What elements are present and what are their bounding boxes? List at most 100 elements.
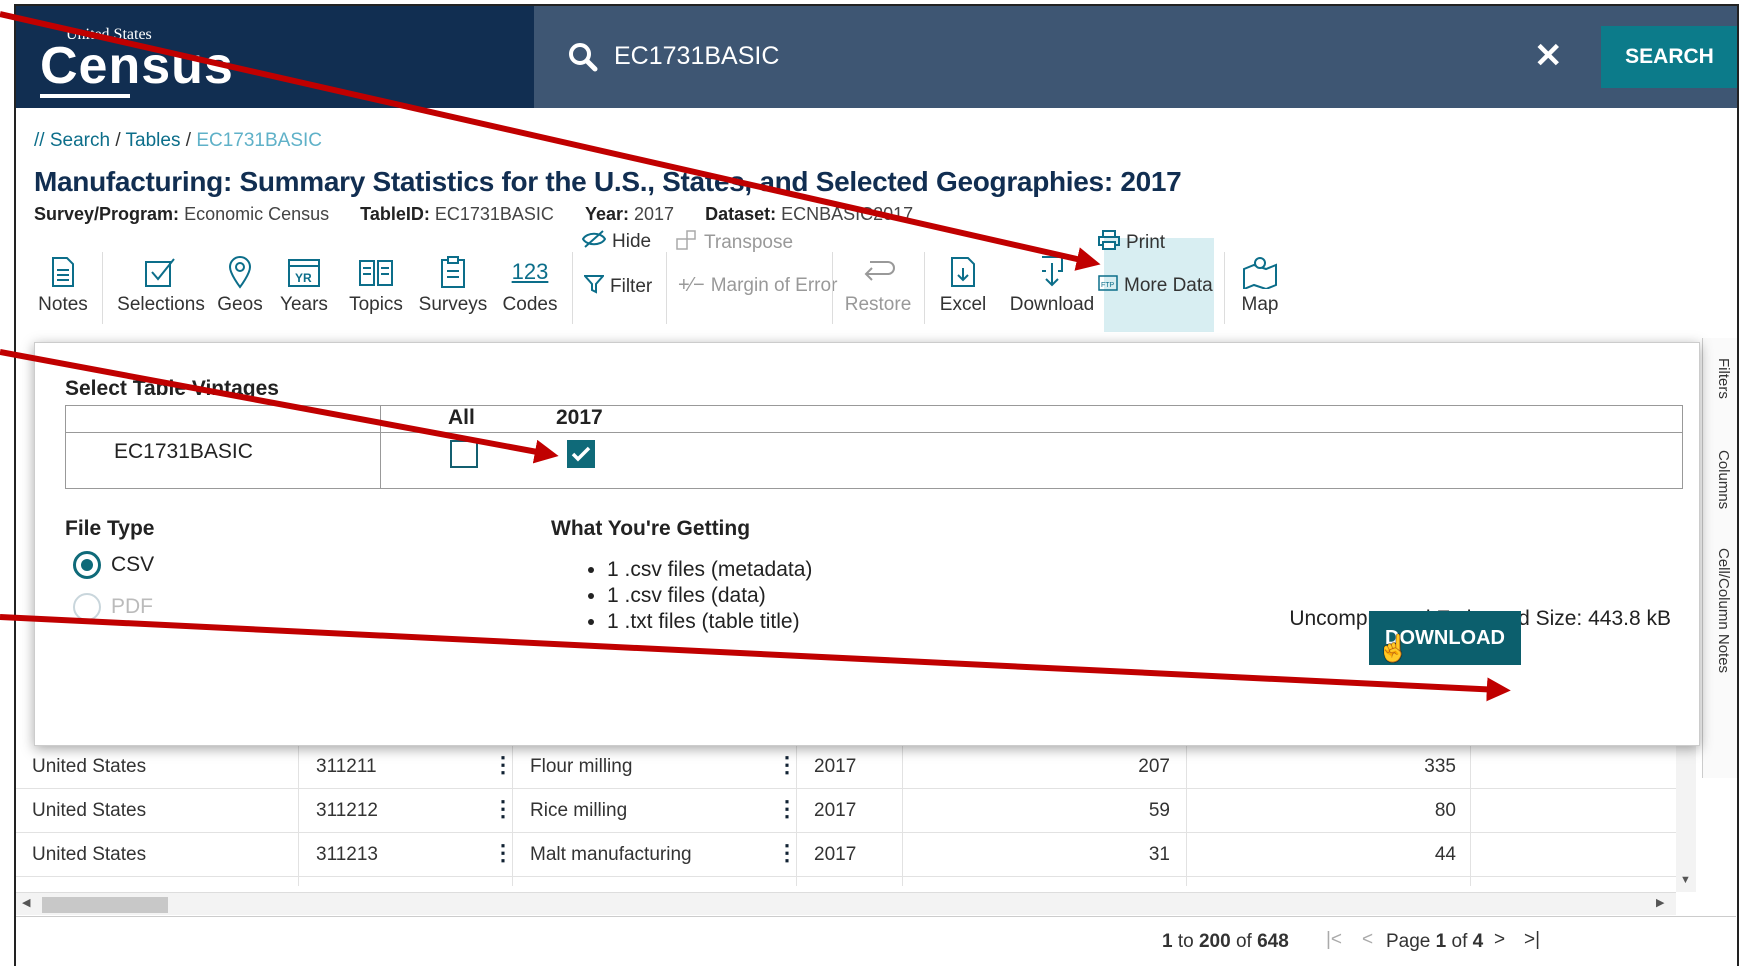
csv-radio[interactable] [73, 551, 101, 579]
side-tab-cell-notes[interactable]: Cell/Column Notes [1715, 548, 1732, 673]
scroll-thumb[interactable] [42, 897, 168, 913]
vertical-scrollbar[interactable]: ▼ [1676, 746, 1696, 892]
hand-cursor-icon: ☝ [1377, 633, 1410, 663]
year-2017-checkbox[interactable] [567, 440, 595, 468]
toolbar-more-data[interactable]: FTP More Data [1098, 274, 1213, 298]
vintage-row-name: EC1731BASIC [114, 440, 253, 463]
svg-text:YR: YR [295, 271, 312, 285]
breadcrumb-prefix: // [34, 130, 50, 151]
excel-download-icon [950, 250, 976, 294]
toolbar-hide[interactable]: Hide [581, 230, 652, 254]
hide-label: Hide [612, 231, 652, 252]
toolbar-restore[interactable]: Restore [844, 242, 912, 326]
desc-cell: Rice milling [530, 800, 628, 821]
pdf-label[interactable]: PDF [111, 595, 153, 619]
range-total: 648 [1257, 931, 1289, 952]
scroll-right-icon[interactable]: ▶ [1656, 896, 1664, 909]
prev-page-icon[interactable]: < [1362, 929, 1373, 951]
toolbar-years[interactable]: YR Years [278, 242, 330, 326]
dataset-value: ECNBASIC2017 [781, 204, 914, 224]
toolbar-filter[interactable]: Filter [582, 274, 653, 300]
search-bar: EC1731BASIC ✕ SEARCH [534, 6, 1737, 108]
column-divider [1470, 746, 1471, 886]
selections-label: Selections [117, 294, 205, 315]
list-item: 1 .txt files (table title) [607, 609, 812, 635]
geo-cell: United States [32, 844, 147, 865]
toolbar-notes[interactable]: Notes [36, 242, 90, 326]
breadcrumb-tables[interactable]: Tables [126, 130, 181, 151]
toolbar-codes[interactable]: 123 Codes [502, 242, 558, 326]
year-cell: 2017 [814, 800, 857, 821]
side-tab-filters[interactable]: Filters [1715, 358, 1732, 399]
search-button[interactable]: SEARCH [1601, 26, 1737, 88]
svg-text:FTP: FTP [1101, 282, 1115, 289]
printer-icon [1098, 230, 1120, 256]
clear-search-icon[interactable]: ✕ [1534, 36, 1563, 76]
next-page-icon[interactable]: > [1494, 929, 1505, 951]
more-options-icon[interactable]: ⋮ [492, 752, 514, 778]
notes-icon [51, 250, 75, 294]
search-input[interactable]: EC1731BASIC [614, 42, 779, 71]
transpose-icon [676, 230, 698, 256]
checkbox-icon [144, 250, 178, 294]
filter-label: Filter [610, 276, 653, 297]
col-header-all: All [448, 406, 475, 429]
more-options-icon[interactable]: ⋮ [776, 752, 798, 778]
page-title: Manufacturing: Summary Statistics for th… [34, 166, 1182, 197]
page-indicator: Page 1 of 4 [1386, 931, 1483, 953]
vintage-table: All 2017 EC1731BASIC [65, 405, 1683, 489]
breadcrumb: // Search / Tables / EC1731BASIC [34, 130, 322, 152]
geos-label: Geos [217, 294, 263, 315]
toolbar-map[interactable]: Map [1238, 242, 1282, 326]
first-page-icon[interactable]: |< [1326, 929, 1342, 951]
eye-slash-icon [581, 230, 607, 254]
undo-icon [860, 250, 896, 294]
desc-cell: Flour milling [530, 756, 633, 777]
toolbar-transpose[interactable]: Transpose [676, 230, 793, 256]
table-row: United States 311212 ⋮ Rice milling ⋮ 20… [16, 788, 1696, 833]
horizontal-scrollbar[interactable]: ◀ ▶ [16, 892, 1676, 915]
topics-label: Topics [349, 294, 403, 315]
csv-label[interactable]: CSV [111, 553, 154, 577]
code-cell: 311211 [316, 756, 377, 777]
toolbar-geos[interactable]: Geos [216, 242, 264, 326]
toolbar-divider [1224, 252, 1225, 324]
toolbar-download[interactable]: Download [1006, 242, 1098, 326]
range-end: 200 [1198, 931, 1231, 952]
toolbar-surveys[interactable]: Surveys [418, 242, 488, 326]
moe-label: Margin of Error [710, 274, 838, 296]
pdf-radio[interactable] [73, 593, 101, 621]
year-cell: 2017 [814, 844, 857, 865]
all-checkbox[interactable] [450, 440, 478, 468]
toolbar-topics[interactable]: Topics [346, 242, 406, 326]
vintage-header-line [66, 432, 1682, 433]
more-options-icon[interactable]: ⋮ [492, 796, 514, 822]
more-options-icon[interactable]: ⋮ [776, 796, 798, 822]
toolbar-margin-of-error[interactable]: +⁄− Margin of Error [678, 274, 837, 297]
last-page-icon[interactable]: >| [1524, 929, 1540, 951]
column-divider [512, 746, 513, 886]
ftp-icon: FTP [1098, 274, 1118, 298]
side-tab-columns[interactable]: Columns [1715, 450, 1732, 509]
toolbar-selections[interactable]: Selections [116, 242, 206, 326]
whats-included-list: 1 .csv files (metadata) 1 .csv files (da… [587, 557, 812, 635]
toolbar-excel[interactable]: Excel [936, 242, 990, 326]
restore-label: Restore [844, 294, 912, 315]
more-options-icon[interactable]: ⋮ [492, 840, 514, 866]
scroll-down-icon[interactable]: ▼ [1680, 874, 1691, 886]
breadcrumb-search[interactable]: Search [50, 130, 110, 151]
survey-value: Economic Census [184, 204, 330, 224]
scroll-left-icon[interactable]: ◀ [22, 896, 30, 909]
site-header-logo-area: United States Census [16, 6, 534, 108]
census-logo[interactable]: Census [40, 36, 234, 96]
code-cell: 311212 [316, 800, 378, 821]
column-divider [1186, 746, 1187, 886]
toolbar-print[interactable]: Print [1098, 230, 1165, 256]
list-item: 1 .csv files (data) [607, 583, 812, 609]
notes-label: Notes [38, 294, 88, 315]
page-of: of [1446, 931, 1473, 952]
value-cell: 44 [1434, 844, 1456, 865]
more-options-icon[interactable]: ⋮ [776, 840, 798, 866]
side-panel: Filters Columns Cell/Column Notes [1702, 338, 1737, 778]
year-cell: 2017 [814, 756, 857, 777]
